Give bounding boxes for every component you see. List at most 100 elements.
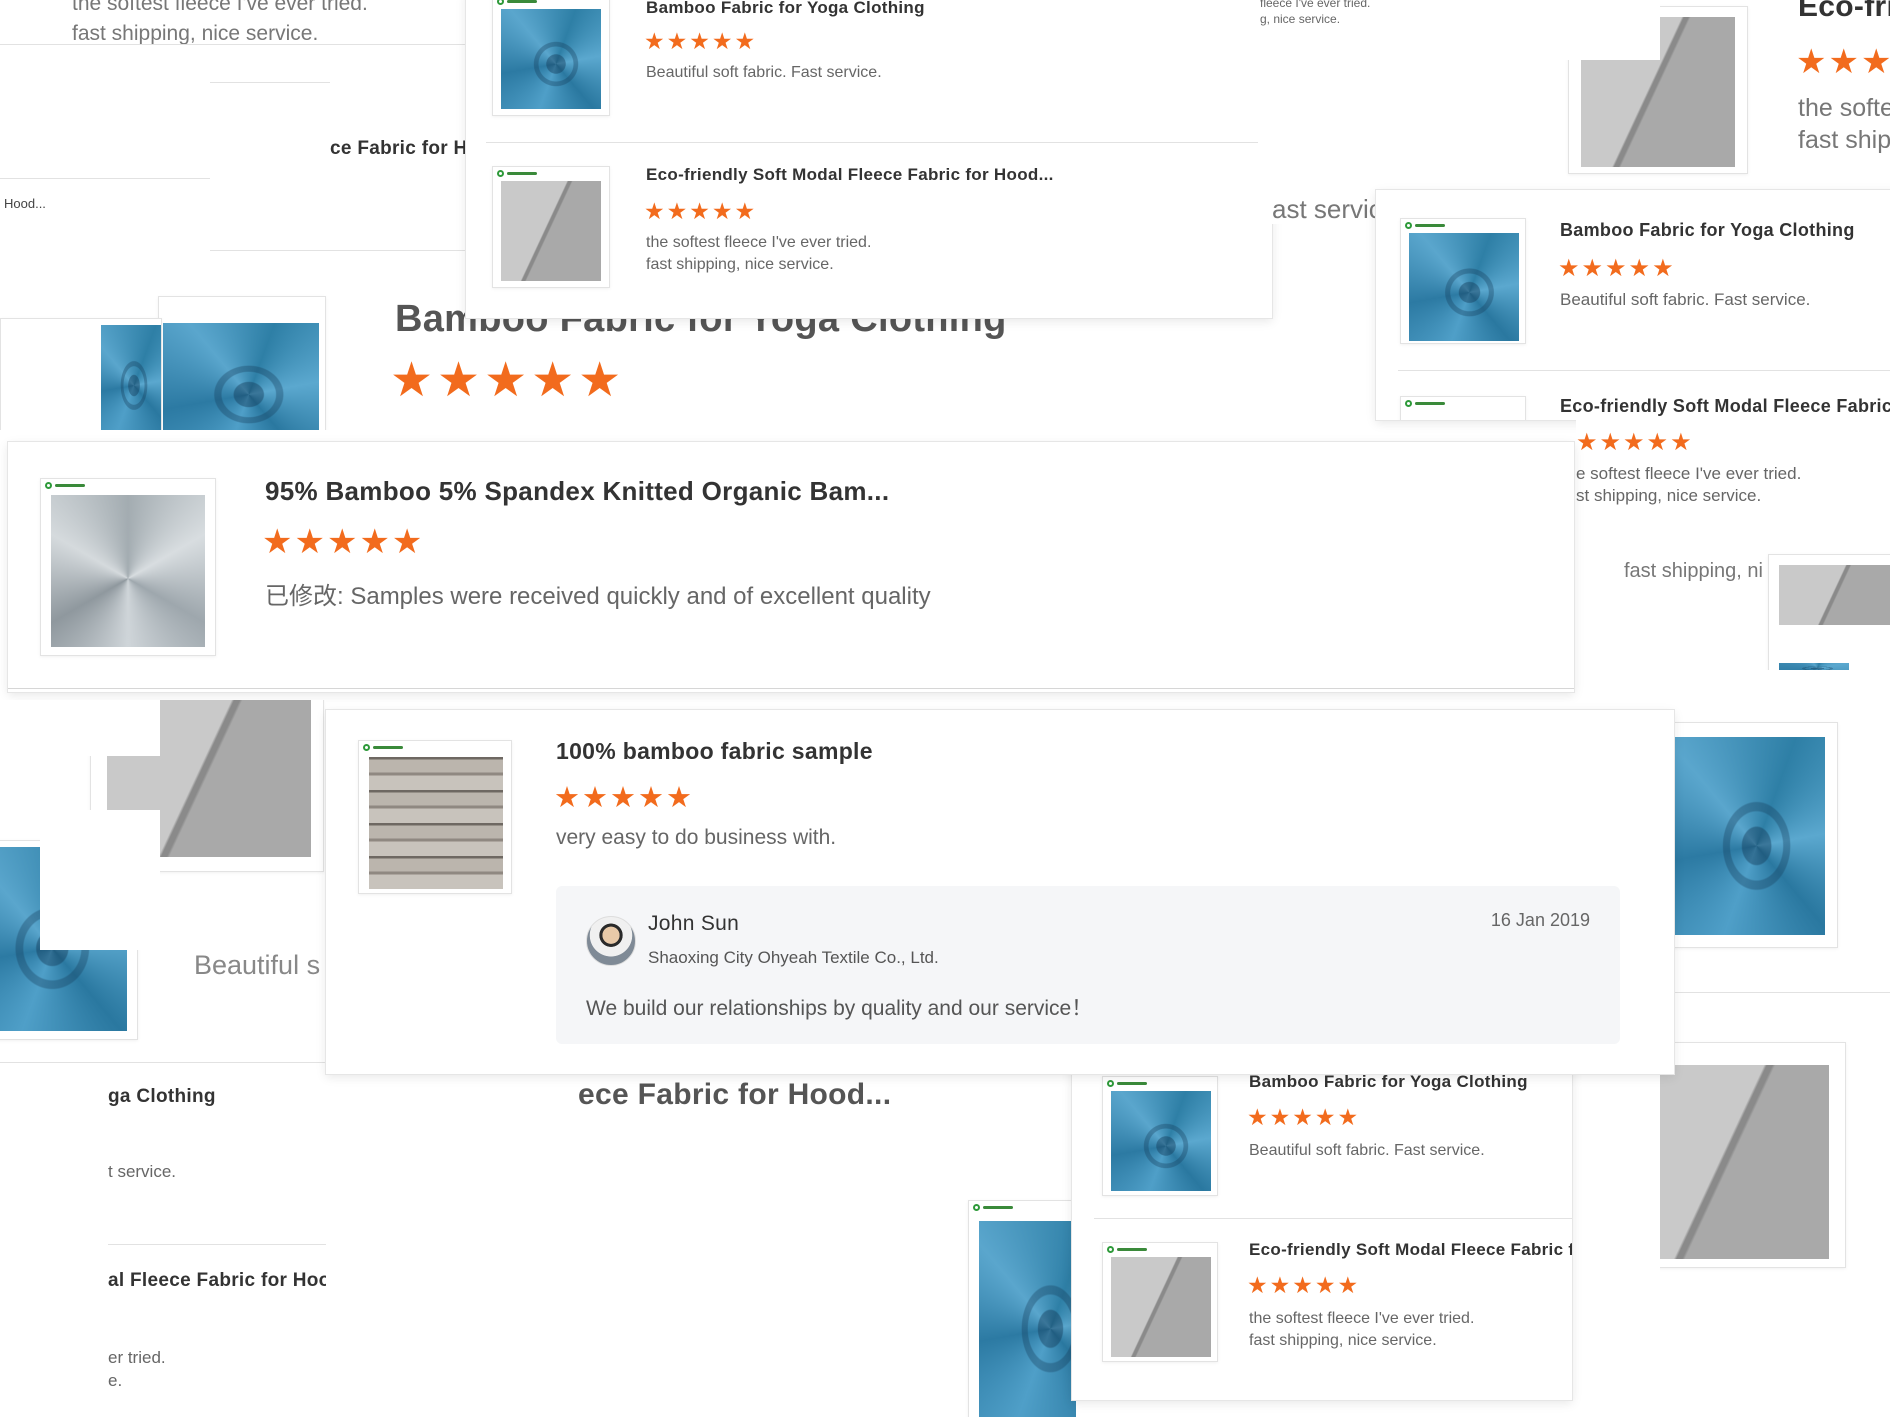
review-product-title: ce Fabric for H: [330, 138, 468, 159]
rating-stars: ★★★★★: [1247, 1272, 1361, 1298]
review-comment-line: e.: [108, 1371, 123, 1390]
product-image: [1660, 1065, 1829, 1259]
divider: [1398, 370, 1890, 371]
product-image: [1111, 1257, 1211, 1357]
review-product-title: Eco-friendly Soft Modal Fleece Fabric fo…: [1560, 396, 1890, 416]
review-card-right: Bamboo Fabric for Yoga Clothing ★★★★★ Be…: [1376, 190, 1890, 420]
avatar: [586, 916, 636, 966]
review-card-bottom-right: Bamboo Fabric for Yoga Clothing ★★★★★ Be…: [1072, 1060, 1572, 1400]
review-comment: Beautiful soft fabric. Fast service.: [646, 64, 882, 81]
review-product-title: 95% Bamboo 5% Spandex Knitted Organic Ba…: [265, 476, 890, 506]
product-thumbnail[interactable]: [0, 318, 162, 430]
product-thumbnail[interactable]: [1400, 218, 1526, 344]
product-image: [1779, 663, 1849, 670]
bg-review-fragment-left-bottom: ★★★★★ Beautiful s ga Clothing t service.…: [0, 700, 326, 1417]
review-product-title: al Fleece Fabric for Hood...: [108, 1270, 326, 1291]
review-comment-line: fast shipping, ni: [1624, 560, 1763, 582]
review-comment-line: fast shipping, nice service.: [1249, 1332, 1437, 1349]
product-image: [1111, 1091, 1211, 1191]
bg-review-fragment-right-bottom: [1660, 690, 1890, 1417]
brand-logo-icon: [1405, 222, 1449, 230]
product-thumbnail[interactable]: [1102, 1242, 1218, 1362]
reply-date: 16 Jan 2019: [1490, 910, 1590, 930]
review-comment-line: fast shipping, nice service.: [646, 256, 834, 273]
review-product-title: 100% bamboo fabric sample: [556, 738, 873, 764]
review-product-title: Eco-fri: [1798, 0, 1890, 23]
review-comment-line: the softest fleece I've ever tried.: [72, 0, 368, 15]
review-comment: very easy to do business with.: [556, 826, 837, 849]
product-image: [501, 9, 601, 109]
product-thumbnail[interactable]: [358, 740, 512, 894]
divider: [8, 688, 1574, 689]
brand-logo-icon: [1107, 1246, 1151, 1254]
review-product-title: Eco-friendly Soft Modal Fleece Fabric fo…: [646, 165, 1054, 184]
product-thumbnail[interactable]: [1400, 396, 1526, 420]
review-comment-line: Beautiful s: [194, 950, 321, 980]
product-image: [369, 757, 503, 889]
review-card-with-reply: 100% bamboo fabric sample ★★★★★ very eas…: [326, 710, 1674, 1074]
review-card-featured: 95% Bamboo 5% Spandex Knitted Organic Ba…: [8, 442, 1574, 692]
rating-stars: ★★★★★: [644, 198, 758, 224]
review-comment-line: g, nice service.: [1260, 12, 1341, 26]
review-card-top-center: Bamboo Fabric for Yoga Clothing ★★★★★ Be…: [466, 0, 1272, 318]
product-thumbnail[interactable]: [1660, 722, 1838, 948]
overlap-block: [40, 810, 160, 950]
brand-logo-icon: [973, 1204, 1017, 1212]
review-comment-line: fast shipping, nice service.: [72, 22, 319, 45]
product-thumbnail[interactable]: [40, 478, 216, 656]
product-image: [1673, 737, 1825, 935]
divider: [1660, 992, 1890, 993]
rating-stars: ★★★★★: [1247, 1104, 1361, 1130]
brand-logo-icon: [1405, 400, 1449, 408]
product-image: [1409, 233, 1519, 341]
review-comment-line: er tried.: [108, 1348, 166, 1367]
product-thumbnail[interactable]: [158, 296, 326, 430]
review-comment-line: st shipping, nice service.: [1576, 486, 1762, 505]
product-image: [51, 495, 205, 647]
review-comment-line: fleece I've ever tried.: [1260, 0, 1371, 10]
rating-stars: ★★★★★: [262, 523, 425, 561]
product-image: [101, 325, 161, 430]
review-comment-line: the softe: [1798, 94, 1890, 122]
review-comment-line: e softest fleece I've ever tried.: [1576, 464, 1802, 483]
review-comment: Beautiful soft fabric. Fast service.: [1249, 1142, 1485, 1159]
divider: [108, 1244, 326, 1245]
seller-reply: John Sun Shaoxing City Ohyeah Textile Co…: [556, 886, 1620, 1044]
reply-message: We build our relationships by quality an…: [586, 997, 1093, 1020]
brand-logo-icon: [1107, 1080, 1151, 1088]
product-thumbnail[interactable]: [968, 1200, 1076, 1417]
review-comment: Beautiful soft fabric. Fast service.: [1560, 290, 1811, 309]
rating-stars: ★★★★★: [644, 28, 758, 54]
review-product-title: Eco-friendly Soft Modal Fleece Fabric fo…: [1249, 1240, 1572, 1259]
review-product-title: Bamboo Fabric for Yoga Clothing: [1249, 1072, 1528, 1091]
product-thumbnail[interactable]: [1660, 1042, 1846, 1268]
divider: [0, 1062, 326, 1063]
review-comment-line: t service.: [108, 1162, 177, 1181]
reply-author-name: John Sun: [648, 912, 740, 935]
overlap-block: [40, 700, 160, 756]
rating-stars: ★★★★★: [554, 782, 694, 814]
brand-logo-icon: [497, 170, 541, 178]
product-thumbnail[interactable]: [492, 166, 610, 288]
product-thumbnail[interactable]: [1102, 1076, 1218, 1196]
rating-stars: ★★★★★: [1558, 255, 1676, 282]
divider: [210, 82, 330, 83]
product-image: [501, 181, 601, 281]
reply-company-name: Shaoxing City Ohyeah Textile Co., Ltd.: [648, 948, 939, 967]
product-image: [163, 323, 319, 430]
product-thumbnail[interactable]: [1768, 554, 1890, 670]
review-product-title: Hood...: [4, 196, 46, 211]
brand-logo-icon: [45, 482, 89, 490]
product-thumbnail[interactable]: [492, 0, 610, 116]
divider: [486, 142, 1272, 143]
review-product-title: ece Fabric for Hood...: [578, 1078, 892, 1111]
rating-stars: ★★★★★: [1576, 429, 1694, 456]
rating-stars: ★★★★★: [390, 354, 626, 407]
brand-logo-icon: [363, 744, 407, 752]
bg-review-fragment-center-bottom: ece Fabric for Hood...: [560, 1074, 980, 1154]
product-image: [1779, 565, 1890, 625]
divider: [1094, 1218, 1572, 1219]
bg-review-fragment-bottom-thumb: [926, 1154, 1076, 1417]
review-comment-line: ast servic: [1272, 194, 1382, 224]
brand-logo-icon: [497, 0, 541, 6]
